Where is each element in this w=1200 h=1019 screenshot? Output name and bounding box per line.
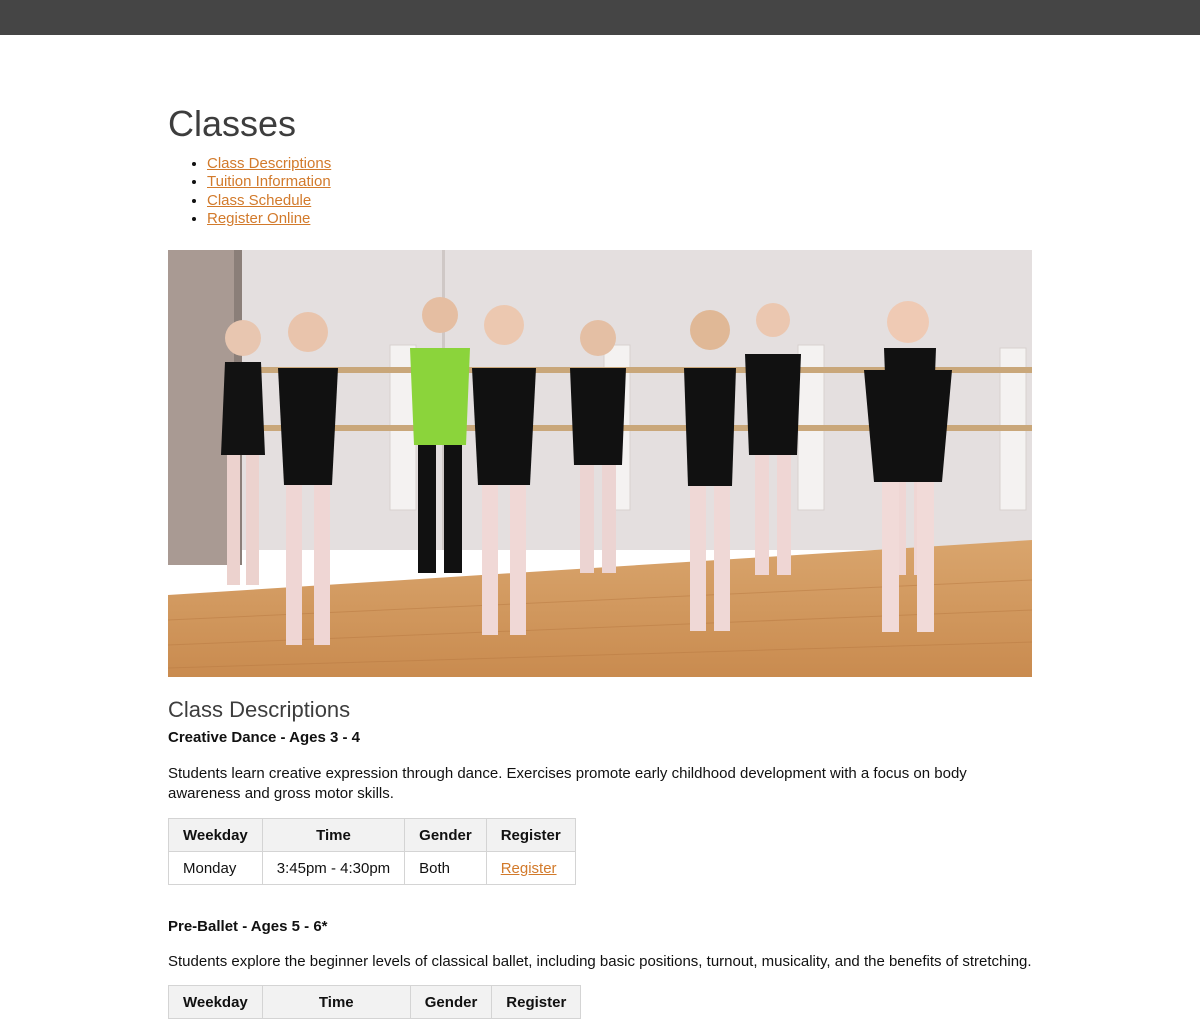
column-header: Gender <box>404 818 487 852</box>
column-header: Register <box>485 818 576 852</box>
class-title: Pre-Ballet - Ages 5 - 6* <box>168 918 328 935</box>
toc-item: Class Descriptions <box>207 155 331 173</box>
register-cell: Register <box>485 851 576 885</box>
toc-item: Tuition Information <box>207 173 331 191</box>
gender-cell: Both <box>404 851 487 885</box>
column-header: Register <box>491 985 582 1019</box>
register-link[interactable]: Register <box>501 860 557 877</box>
column-header: Time <box>261 985 411 1019</box>
column-header: Weekday <box>168 818 263 852</box>
tuition-information-link[interactable]: Tuition Information <box>207 173 331 190</box>
time-cell: 3:45pm - 4:30pm <box>261 851 406 885</box>
section-title: Class Descriptions <box>168 697 351 722</box>
class-descriptions-link[interactable]: Class Descriptions <box>207 155 331 172</box>
class-description: Students explore the beginner levels of … <box>168 953 1032 970</box>
table-row: Monday 3:45pm - 4:30pm Both Register <box>168 851 576 885</box>
table-of-contents: Class Descriptions Tuition Information C… <box>168 155 331 228</box>
class-schedule-table: Weekday Time Gender Register Monday 3:45… <box>168 818 576 885</box>
toc-item: Class Schedule <box>207 192 331 210</box>
column-header: Weekday <box>168 985 263 1019</box>
class-description: Students learn creative expression throu… <box>168 765 967 802</box>
register-online-link[interactable]: Register Online <box>207 210 310 227</box>
class-schedule-table: Weekday Time Gender Register <box>168 985 582 1019</box>
toc-item: Register Online <box>207 210 331 228</box>
column-header: Gender <box>409 985 493 1019</box>
class-title: Creative Dance - Ages 3 - 4 <box>168 729 361 746</box>
column-header: Time <box>261 818 406 852</box>
weekday-cell: Monday <box>168 851 263 885</box>
top-navigation-bar <box>0 0 1200 35</box>
students-photo <box>168 250 1032 677</box>
page-title: Classes <box>168 103 297 144</box>
class-schedule-link[interactable]: Class Schedule <box>207 192 311 209</box>
